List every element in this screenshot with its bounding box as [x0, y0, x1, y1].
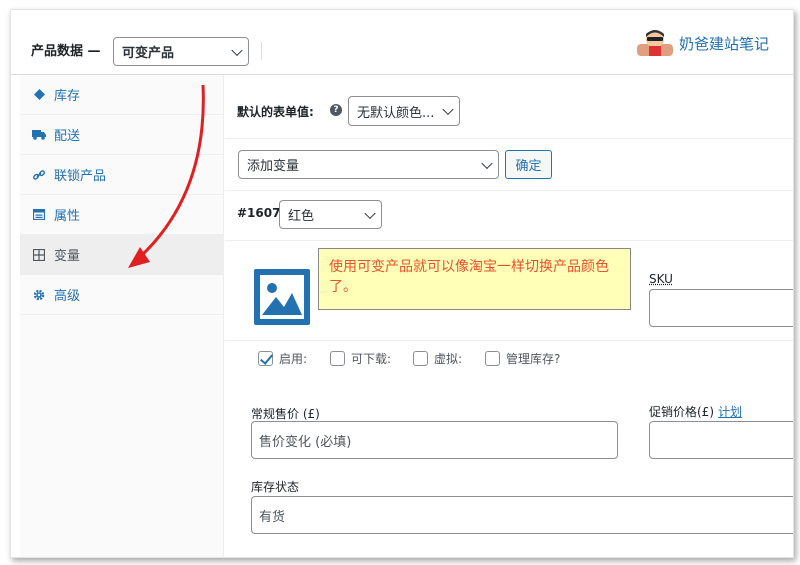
variation-id: #1607 — [237, 206, 281, 220]
gear-icon — [32, 288, 46, 302]
panel-header: 产品数据 — 可变产品 奶爸建站笔记 — [11, 10, 793, 75]
variation-color-select[interactable]: 红色 — [279, 200, 382, 229]
list-icon — [32, 208, 46, 222]
variations-panel: 默认的表单值: ? 无默认颜色... 添加变量 确定 #1607 红色 使用可变… — [225, 75, 793, 557]
help-icon[interactable]: ? — [330, 104, 342, 116]
sale-price-label: 促销价格(£) 计划 — [649, 403, 742, 420]
checkbox-label: 启用: — [279, 352, 308, 366]
checkbox-label: 虚拟: — [434, 352, 463, 366]
truck-icon — [32, 128, 46, 142]
sale-price-label-text: 促销价格(£) — [649, 405, 714, 419]
chevron-down-icon — [231, 44, 243, 56]
divider — [225, 138, 793, 139]
tab-label: 高级 — [54, 289, 81, 304]
stock-status-value: 有货 — [259, 509, 286, 525]
chevron-down-icon — [481, 157, 493, 169]
checkbox-label: 管理库存? — [506, 352, 561, 366]
product-data-tabs: 库存 配送 联锁产品 属性 变量 高级 — [20, 75, 224, 557]
tab-inventory[interactable]: 库存 — [20, 75, 224, 115]
chevron-down-icon — [364, 207, 376, 219]
add-variation-select[interactable]: 添加变量 — [238, 150, 499, 179]
tab-label: 库存 — [54, 89, 81, 104]
header-divider — [261, 42, 262, 60]
tab-shipping[interactable]: 配送 — [20, 115, 224, 155]
regular-price-label: 常规售价 (£) — [251, 407, 320, 421]
product-data-panel: 产品数据 — 可变产品 奶爸建站笔记 库存 配送 联锁产品 属性 变量 高级 默… — [10, 9, 794, 558]
sku-label: SKU — [649, 272, 673, 286]
checkbox-icon — [330, 351, 345, 366]
add-variation-value: 添加变量 — [247, 159, 300, 174]
grid-icon — [32, 248, 46, 262]
annotation-tooltip: 使用可变产品就可以像淘宝一样切换产品颜色了。 — [318, 248, 631, 310]
tab-label: 联锁产品 — [54, 169, 107, 184]
watermark-logo: 奶爸建站笔记 — [635, 28, 769, 58]
tab-variations[interactable]: 变量 — [20, 235, 224, 275]
panel-title: 产品数据 — — [31, 44, 101, 59]
product-type-select[interactable]: 可变产品 — [113, 37, 249, 66]
stock-status-select[interactable]: 有货 — [251, 496, 793, 534]
watermark-text: 奶爸建站笔记 — [679, 34, 770, 53]
tab-label: 配送 — [54, 129, 81, 144]
regular-price-placeholder: 售价变化 (必填) — [259, 434, 352, 450]
diamond-icon — [32, 88, 46, 102]
tab-linked-products[interactable]: 联锁产品 — [20, 155, 224, 195]
divider — [225, 240, 793, 241]
regular-price-input[interactable]: 售价变化 (必填) — [251, 421, 618, 459]
variation-image-icon[interactable] — [254, 269, 310, 325]
sale-price-input[interactable] — [649, 421, 793, 459]
checkbox-label: 可下载: — [351, 352, 392, 366]
enabled-checkbox[interactable]: 启用: — [258, 350, 307, 367]
downloadable-checkbox[interactable]: 可下载: — [330, 350, 391, 367]
tab-label: 变量 — [54, 249, 81, 264]
default-color-value: 无默认颜色... — [357, 105, 435, 121]
avatar-icon — [637, 30, 673, 56]
tab-attributes[interactable]: 属性 — [20, 195, 224, 235]
tab-advanced[interactable]: 高级 — [20, 275, 224, 315]
divider — [225, 340, 793, 341]
manage-stock-checkbox[interactable]: 管理库存? — [485, 350, 560, 367]
virtual-checkbox[interactable]: 虚拟: — [413, 350, 462, 367]
checkbox-checked-icon — [258, 351, 273, 366]
tab-label: 属性 — [54, 209, 81, 224]
sku-input[interactable] — [649, 289, 793, 327]
checkbox-icon — [413, 351, 428, 366]
divider — [225, 190, 793, 191]
confirm-button[interactable]: 确定 — [505, 150, 552, 179]
chevron-down-icon — [442, 103, 454, 116]
product-type-value: 可变产品 — [122, 46, 175, 61]
default-form-values-label: 默认的表单值: — [237, 105, 314, 119]
link-icon — [32, 168, 46, 182]
checkbox-icon — [485, 351, 500, 366]
variation-color-value: 红色 — [288, 209, 315, 224]
stock-status-label: 库存状态 — [251, 480, 300, 494]
schedule-link[interactable]: 计划 — [718, 405, 742, 419]
default-color-select[interactable]: 无默认颜色... — [348, 96, 460, 126]
